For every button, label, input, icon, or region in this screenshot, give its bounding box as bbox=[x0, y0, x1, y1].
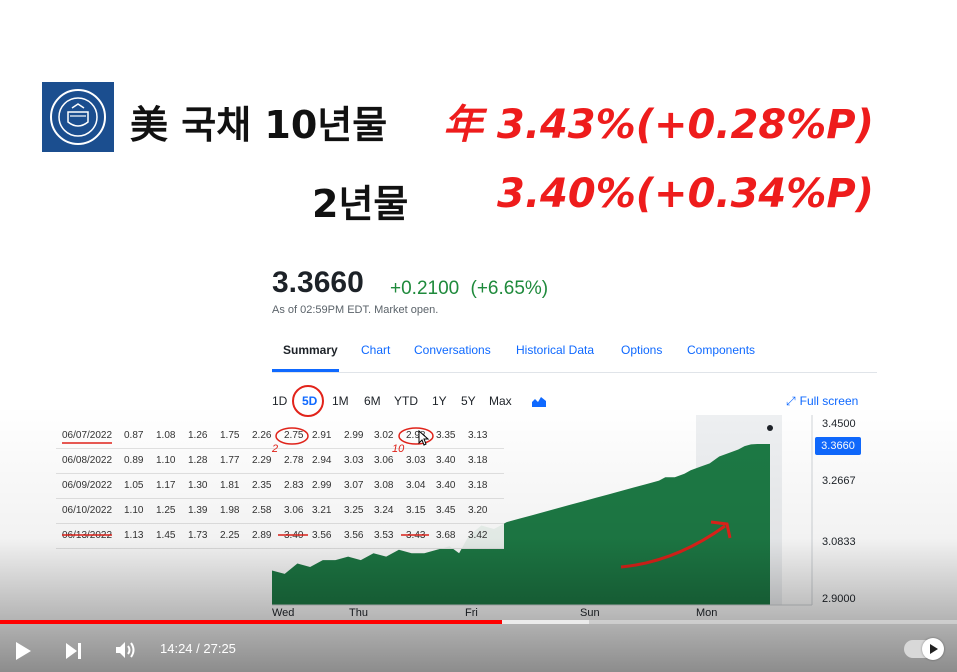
tab-chart[interactable]: Chart bbox=[361, 343, 390, 357]
title-line2-right: 3.40%(+0.34%P) bbox=[497, 171, 874, 217]
handwritten-arrow bbox=[620, 520, 732, 569]
quote-change: +0.2100 (+6.65%) bbox=[390, 278, 548, 300]
autoplay-toggle-knob bbox=[922, 638, 944, 660]
play-icon bbox=[16, 642, 31, 660]
x-tick-label: Thu bbox=[349, 607, 368, 619]
volume-icon bbox=[116, 642, 135, 658]
y-tick-label: 2.9000 bbox=[822, 593, 856, 605]
title-line1-right: 年 3.43%(+0.28%P) bbox=[443, 102, 874, 148]
quote-change-pct: (+6.65%) bbox=[470, 278, 549, 299]
next-icon bbox=[66, 643, 81, 659]
fullscreen-label: Full screen bbox=[799, 394, 859, 408]
x-tick-label: Wed bbox=[272, 607, 294, 619]
title-line1-left: 美 국채 10년물 bbox=[130, 103, 388, 147]
range-1y[interactable]: 1Y bbox=[432, 394, 447, 408]
player-time: 14:24 / 27:25 bbox=[160, 641, 236, 656]
title-line2-left: 2년물 bbox=[312, 182, 409, 226]
video-frame[interactable]: 美 국채 10년물 年 3.43%(+0.28%P) 2년물 3.40%(+0.… bbox=[0, 0, 957, 672]
range-6m[interactable]: 6M bbox=[364, 394, 381, 408]
x-tick-label: Mon bbox=[696, 607, 717, 619]
quote-change-value: +0.2100 bbox=[390, 278, 460, 299]
volume-button[interactable] bbox=[114, 639, 138, 665]
mountain-chart-icon[interactable] bbox=[532, 395, 546, 410]
y-tick-label: 3.4500 bbox=[822, 418, 856, 430]
handwritten-table-marks bbox=[62, 427, 434, 536]
handwritten-circle-5d bbox=[292, 385, 324, 417]
quote-price: 3.3660 bbox=[272, 266, 364, 299]
x-tick-label: Sun bbox=[580, 607, 600, 619]
tab-summary[interactable]: Summary bbox=[283, 343, 338, 357]
range-1d[interactable]: 1D bbox=[272, 394, 287, 408]
range-max[interactable]: Max bbox=[489, 394, 512, 408]
play-button[interactable] bbox=[12, 640, 34, 666]
x-tick-label: Fri bbox=[465, 607, 478, 619]
handwritten-label-2: 2 bbox=[272, 443, 279, 455]
progress-played bbox=[0, 620, 503, 624]
last-point bbox=[767, 425, 773, 432]
range-5y[interactable]: 5Y bbox=[461, 394, 476, 408]
tab-conversations[interactable]: Conversations bbox=[414, 343, 491, 357]
tab-options[interactable]: Options bbox=[621, 343, 662, 357]
tab-historical-data[interactable]: Historical Data bbox=[516, 343, 594, 357]
y-tick-label: 3.0833 bbox=[822, 536, 856, 548]
next-button[interactable] bbox=[64, 641, 84, 665]
current-value-label: 3.3660 bbox=[815, 437, 861, 455]
quote-tabs: Summary Chart Conversations Historical D… bbox=[272, 340, 877, 373]
fullscreen-button[interactable]: ⤢ Full screen bbox=[786, 394, 858, 409]
autoplay-toggle[interactable] bbox=[904, 638, 944, 660]
range-ytd[interactable]: YTD bbox=[394, 394, 418, 408]
tab-active-underline bbox=[272, 369, 339, 372]
quote-as-of: As of 02:59PM EDT. Market open. bbox=[272, 304, 439, 316]
treasury-seal-icon bbox=[42, 82, 114, 152]
y-tick-label: 3.2667 bbox=[822, 475, 856, 487]
range-1m[interactable]: 1M bbox=[332, 394, 349, 408]
tab-components[interactable]: Components bbox=[687, 343, 755, 357]
handwritten-label-10: 10 bbox=[392, 443, 405, 455]
mouse-cursor-icon bbox=[418, 430, 430, 446]
fullscreen-icon: ⤢ bbox=[786, 394, 796, 408]
